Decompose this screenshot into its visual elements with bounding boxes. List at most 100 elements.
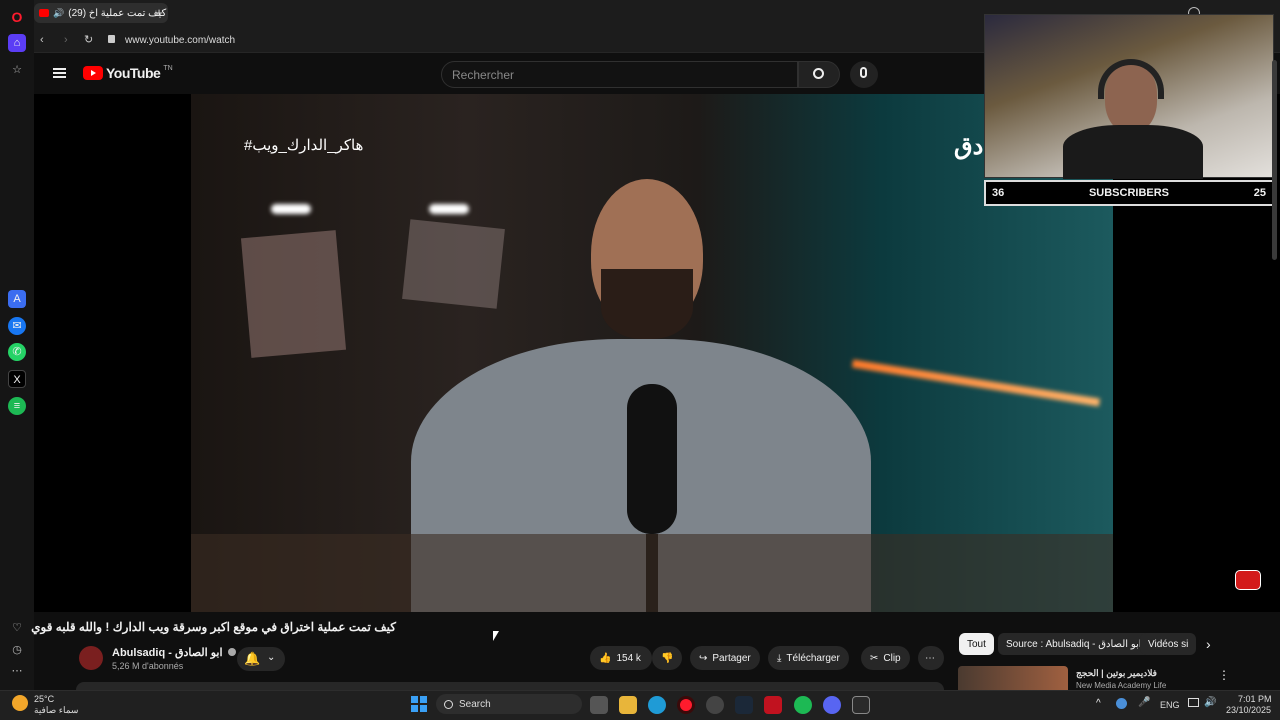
mouse-cursor bbox=[493, 631, 499, 641]
country-code: TN bbox=[163, 65, 173, 72]
subscriber-count-right: 25 bbox=[1253, 187, 1266, 199]
browser-sidebar: O ⌂ ☆ A ✉ ✆ X ≡ ♡ ◷ ⋯ bbox=[0, 0, 34, 690]
steam-icon[interactable] bbox=[735, 696, 753, 714]
channel-name[interactable]: Abulsadiq - ابو الصادق bbox=[112, 646, 236, 659]
webcam-overlay bbox=[984, 14, 1274, 179]
gx-icon[interactable] bbox=[706, 696, 724, 714]
like-button[interactable]: 👍 154 k bbox=[590, 646, 652, 670]
recommendation-title[interactable]: فلاديمير بوتين | الحجج bbox=[1076, 668, 1157, 679]
share-button[interactable]: ↪ Partager bbox=[690, 646, 760, 670]
microphone bbox=[627, 384, 677, 534]
chevron-down-icon: ⌄ bbox=[267, 652, 276, 663]
weather-icon[interactable] bbox=[12, 695, 28, 711]
video-frame bbox=[191, 94, 1113, 612]
recommendation-channel: New Media Academy Life bbox=[1076, 681, 1167, 690]
verified-icon bbox=[227, 648, 236, 656]
app-red-icon[interactable] bbox=[764, 696, 782, 714]
browser-tab[interactable]: 🔊 كيف تمت عملية اخ (29) bbox=[34, 3, 168, 23]
streamer-body bbox=[1063, 125, 1203, 179]
clip-button[interactable]: ✂ Clip bbox=[861, 646, 910, 670]
led-strip bbox=[851, 359, 1101, 407]
desk bbox=[191, 534, 1113, 612]
lamp-glow bbox=[271, 204, 311, 214]
tray-mic-icon[interactable]: 🎤 bbox=[1138, 697, 1150, 708]
youtube-logo-text: YouTube bbox=[106, 65, 161, 81]
notification-bell-button[interactable]: 🔔 ⌄ bbox=[237, 647, 285, 671]
messenger-icon[interactable]: ✉ bbox=[8, 317, 26, 335]
task-view-icon[interactable] bbox=[590, 696, 608, 714]
spotify-icon[interactable]: ≡ bbox=[8, 397, 26, 415]
share-icon: ↪ bbox=[699, 652, 708, 664]
clock-date[interactable]: 23/10/2025 bbox=[1226, 705, 1271, 715]
more-icon[interactable]: ⋯ bbox=[8, 662, 26, 680]
edge-icon[interactable] bbox=[648, 696, 666, 714]
photo-collage bbox=[402, 219, 505, 309]
url-field[interactable]: www.youtube.com/watch bbox=[125, 35, 235, 46]
forward-icon[interactable]: › bbox=[64, 34, 68, 46]
person-beard bbox=[601, 269, 693, 339]
opera-taskbar-icon[interactable] bbox=[677, 696, 695, 714]
video-overlay-hashtag: #هاكر_الدارك_ويب bbox=[244, 137, 364, 154]
epic-games-icon[interactable] bbox=[852, 696, 870, 714]
chip-all[interactable]: Tout bbox=[959, 633, 994, 655]
youtube-favicon-icon bbox=[39, 9, 49, 17]
search-icon bbox=[813, 68, 824, 79]
discord-icon[interactable] bbox=[823, 696, 841, 714]
description-box-edge bbox=[76, 682, 944, 690]
chip-source[interactable]: Source : Abulsadiq - ابو الصادق bbox=[998, 633, 1150, 655]
bookmarks-icon[interactable]: ☆ bbox=[8, 61, 26, 79]
network-icon[interactable] bbox=[1188, 698, 1199, 707]
clock-time[interactable]: 7:01 PM bbox=[1238, 694, 1272, 704]
windows-taskbar bbox=[0, 690, 1280, 720]
dislike-button[interactable]: 👎 bbox=[652, 646, 682, 670]
menu-icon[interactable] bbox=[53, 68, 66, 78]
language-indicator[interactable]: ENG bbox=[1160, 700, 1180, 710]
headphones bbox=[1098, 59, 1164, 99]
lock-icon[interactable] bbox=[108, 35, 115, 43]
aria-icon[interactable]: A bbox=[8, 290, 26, 308]
more-actions-button[interactable]: ⋯ bbox=[918, 646, 944, 670]
mic-icon bbox=[860, 67, 867, 78]
thumbs-up-icon: 👍 bbox=[599, 652, 612, 664]
history-icon[interactable]: ◷ bbox=[8, 641, 26, 659]
search-button[interactable] bbox=[798, 61, 840, 88]
youtube-logo[interactable]: YouTube TN bbox=[83, 65, 173, 81]
chevron-right-icon[interactable]: › bbox=[1206, 636, 1211, 652]
heart-icon[interactable]: ♡ bbox=[8, 619, 26, 637]
search-icon bbox=[444, 699, 453, 709]
x-icon[interactable]: X bbox=[8, 370, 26, 388]
recommendation-thumbnail[interactable] bbox=[958, 666, 1068, 690]
new-tab-button[interactable]: + bbox=[152, 6, 166, 20]
speaker-icon[interactable]: 🔊 bbox=[53, 8, 64, 19]
subscribe-watermark-icon[interactable] bbox=[1235, 570, 1261, 590]
volume-icon[interactable]: 🔊 bbox=[1204, 697, 1216, 708]
taskbar-search[interactable]: Search bbox=[436, 694, 582, 714]
chip-similar[interactable]: Vidéos si bbox=[1140, 633, 1196, 655]
lamp-glow bbox=[429, 204, 469, 214]
opera-logo-icon[interactable]: O bbox=[8, 8, 26, 26]
tray-chevron-icon[interactable]: ^ bbox=[1096, 698, 1101, 709]
whatsapp-icon[interactable]: ✆ bbox=[8, 343, 26, 361]
back-icon[interactable]: ‹ bbox=[40, 34, 44, 46]
recommendation-menu-icon[interactable]: ⋮ bbox=[1218, 668, 1230, 682]
spotify-taskbar-icon[interactable] bbox=[794, 696, 812, 714]
search-input[interactable]: Rechercher bbox=[441, 61, 798, 88]
file-explorer-icon[interactable] bbox=[619, 696, 637, 714]
video-title: كيف تمت عملية اختراق في موقع اكبر وسرقة … bbox=[31, 620, 396, 634]
channel-avatar[interactable] bbox=[79, 646, 103, 670]
tray-app-icon[interactable] bbox=[1116, 698, 1127, 709]
start-icon[interactable] bbox=[411, 696, 427, 712]
download-icon: ⤓ bbox=[777, 652, 782, 664]
home-icon[interactable]: ⌂ bbox=[8, 34, 26, 52]
weather-temp[interactable]: 25°C bbox=[34, 694, 54, 704]
scrollbar[interactable] bbox=[1272, 60, 1277, 260]
thumbs-down-icon: 👎 bbox=[661, 652, 674, 664]
scissors-icon: ✂ bbox=[870, 652, 879, 664]
voice-search-button[interactable] bbox=[850, 61, 878, 88]
bell-icon: 🔔 bbox=[244, 651, 261, 666]
download-button[interactable]: ⤓ Télécharger bbox=[768, 646, 849, 670]
weather-desc: سماء صافية bbox=[34, 705, 79, 715]
subscriber-count: 5,26 M d'abonnés bbox=[112, 661, 184, 671]
subscriber-counter: 36 SUBSCRIBERS 25 bbox=[984, 180, 1274, 206]
reload-icon[interactable]: ↻ bbox=[84, 33, 93, 46]
